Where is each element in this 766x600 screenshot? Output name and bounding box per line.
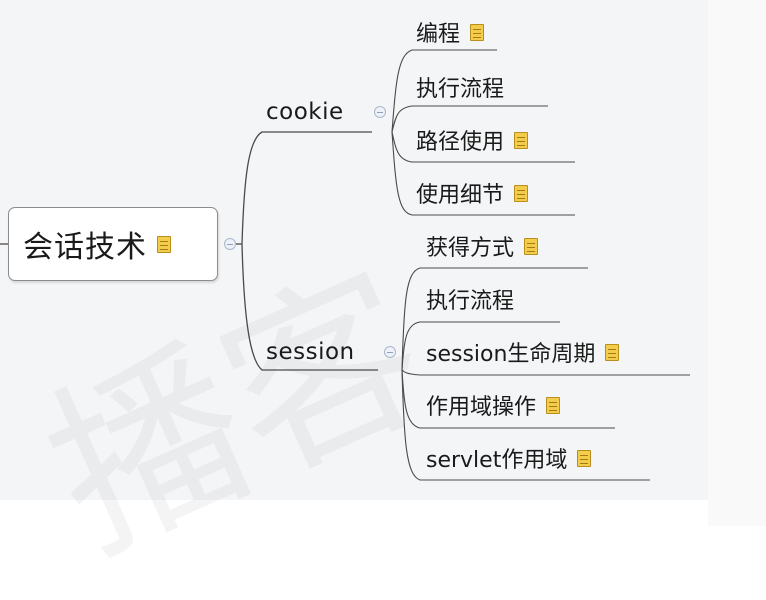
subtopic-label: 获得方式 (426, 236, 515, 261)
note-icon[interactable] (514, 184, 529, 202)
bottom-strip (0, 500, 708, 526)
root-topic-label: 会话技术 (23, 230, 147, 265)
subtopic-item[interactable]: servlet作用域 (426, 443, 592, 473)
subtopic-label: session生命周期 (426, 342, 596, 367)
subtopic-label: 路径使用 (416, 130, 505, 155)
note-icon[interactable] (605, 343, 620, 361)
subtopic-item[interactable]: 使用细节 (416, 178, 529, 208)
collapse-toggle-icon[interactable] (374, 106, 386, 118)
side-panel (708, 0, 766, 526)
note-icon[interactable] (470, 23, 485, 41)
note-icon[interactable] (514, 131, 529, 149)
collapse-toggle-icon[interactable] (224, 238, 236, 250)
subtopic-item[interactable]: 执行流程 (426, 284, 514, 314)
collapse-toggle-icon[interactable] (384, 346, 396, 358)
subtopic-label: 编程 (416, 22, 461, 47)
subtopic-label: servlet作用域 (426, 448, 568, 473)
root-topic[interactable]: 会话技术 (8, 207, 218, 281)
subtopic-item[interactable]: 路径使用 (416, 125, 529, 155)
subtopic-item[interactable]: 编程 (416, 17, 485, 47)
note-icon[interactable] (546, 396, 561, 414)
subtopic-item[interactable]: 获得方式 (426, 231, 539, 261)
subtopic-label: 执行流程 (426, 289, 515, 314)
topic-cookie[interactable]: cookie (266, 97, 344, 127)
subtopic-item[interactable]: session生命周期 (426, 337, 620, 367)
subtopic-item[interactable]: 执行流程 (416, 72, 504, 102)
subtopic-label: 使用细节 (416, 183, 505, 208)
note-icon[interactable] (577, 449, 592, 467)
topic-cookie-label: cookie (266, 99, 344, 125)
subtopic-label: 作用域操作 (426, 395, 537, 420)
note-icon[interactable] (524, 237, 539, 255)
topic-session-label: session (266, 339, 355, 365)
note-icon[interactable] (157, 235, 171, 253)
subtopic-item[interactable]: 作用域操作 (426, 390, 561, 420)
topic-session[interactable]: session (266, 337, 355, 367)
subtopic-label: 执行流程 (416, 77, 505, 102)
